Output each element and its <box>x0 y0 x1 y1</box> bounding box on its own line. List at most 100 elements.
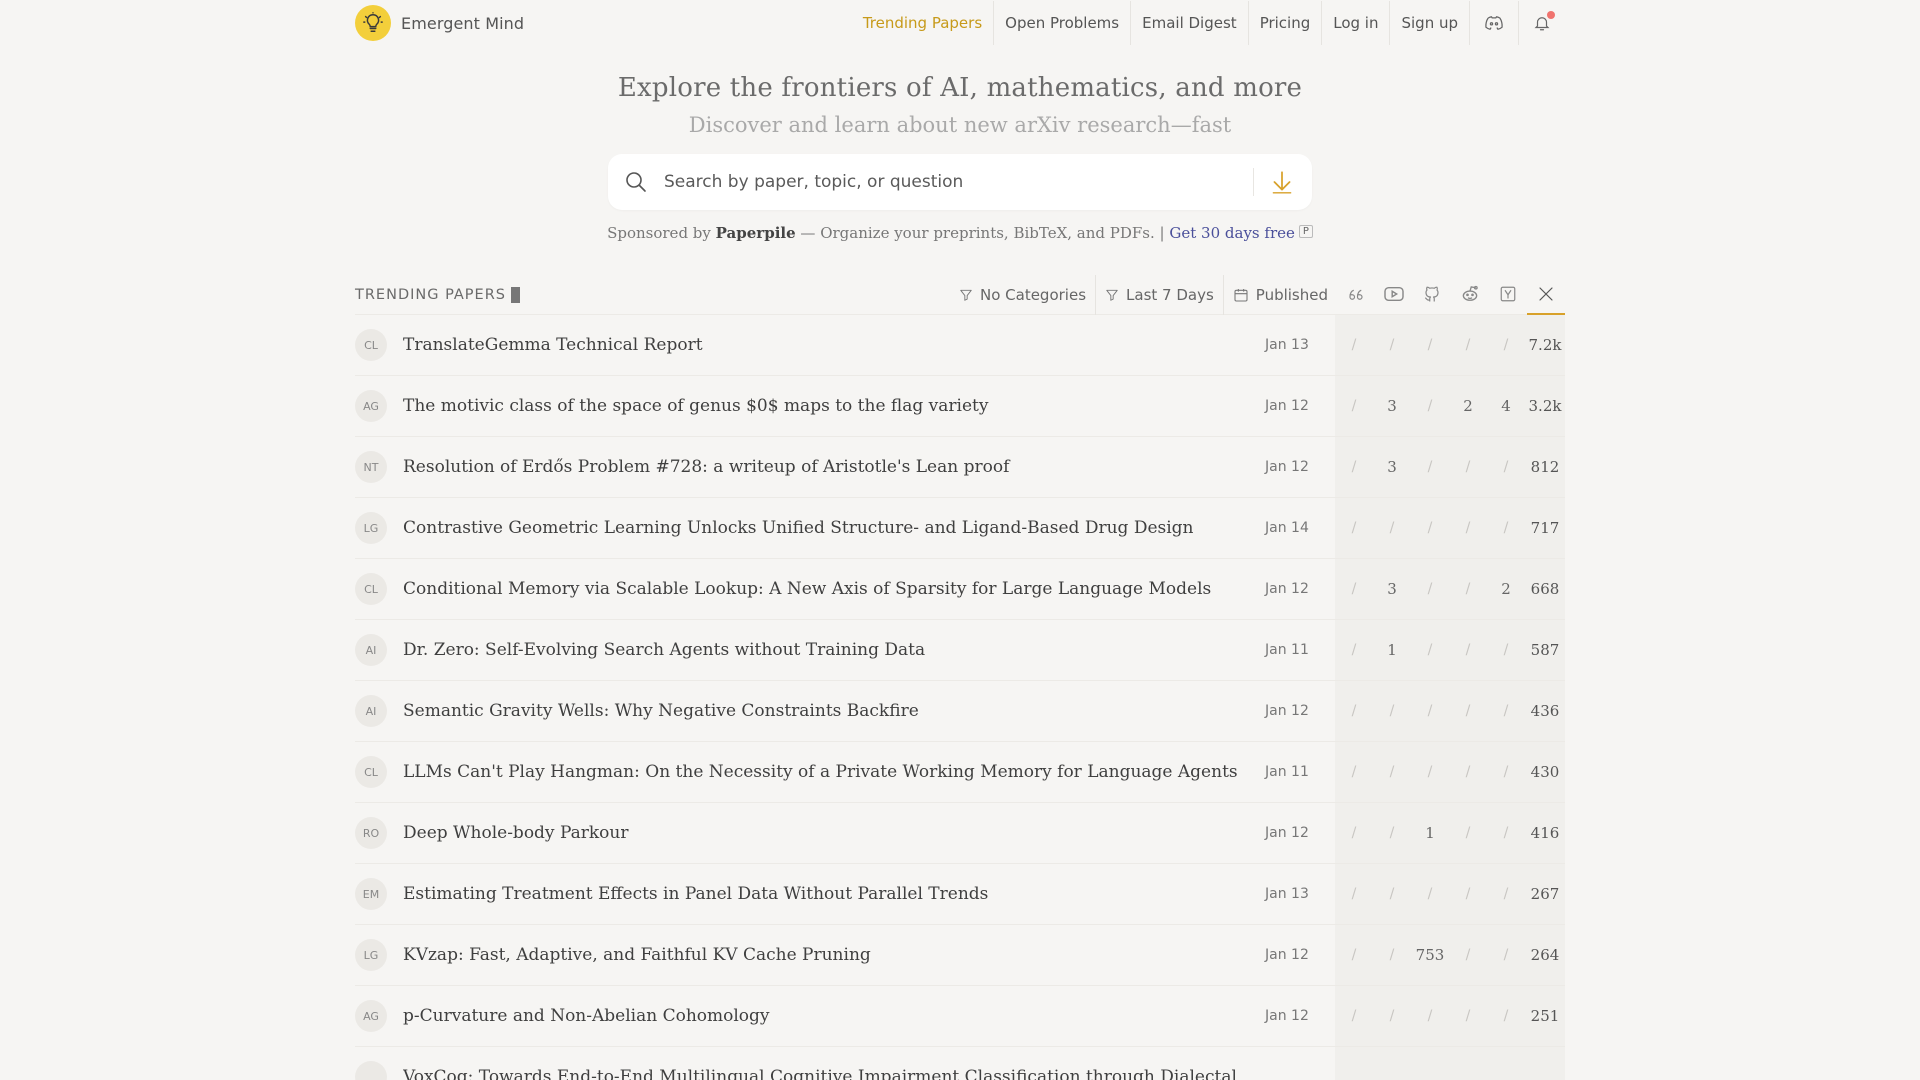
x-score: 416 <box>1530 824 1560 842</box>
sponsor-line: Sponsored by Paperpile — Organize your p… <box>355 224 1565 242</box>
hackernews-icon[interactable] <box>1489 275 1527 315</box>
category-badge[interactable]: AI <box>355 634 387 666</box>
metric-cell: / <box>1465 520 1471 536</box>
sponsor-link[interactable]: Get 30 days free <box>1169 224 1294 242</box>
quote-icon[interactable] <box>1337 275 1375 315</box>
notification-bell-icon[interactable] <box>1518 1 1565 45</box>
category-badge[interactable]: CL <box>355 756 387 788</box>
paper-row[interactable]: AI Semantic Gravity Wells: Why Negative C… <box>355 681 1565 742</box>
paper-metrics: / 3 / / / 812 <box>1335 437 1565 497</box>
paper-date: Jan 12 <box>1265 947 1309 963</box>
notification-dot <box>1547 11 1555 19</box>
x-score: 587 <box>1530 641 1560 659</box>
category-badge[interactable]: LG <box>355 939 387 971</box>
date-mode-filter[interactable]: Published <box>1222 274 1337 315</box>
paper-row[interactable]: AG The motivic class of the space of genu… <box>355 376 1565 437</box>
metric-cell: / <box>1503 886 1509 902</box>
paper-row[interactable]: AI Dr. Zero: Self-Evolving Search Agents … <box>355 620 1565 681</box>
nav-email-digest[interactable]: Email Digest <box>1130 1 1248 45</box>
paper-row[interactable]: RO Deep Whole-body Parkour Jan 12 / / 1 / / 416 <box>355 803 1565 864</box>
category-badge[interactable]: CL <box>355 573 387 605</box>
nav-open-problems[interactable]: Open Problems <box>993 1 1130 45</box>
lightbulb-logo-icon <box>355 5 391 41</box>
category-filter-label: No Categories <box>979 285 1087 304</box>
paper-row[interactable]: EM Estimating Treatment Effects in Panel … <box>355 864 1565 925</box>
paper-title[interactable]: TranslateGemma Technical Report <box>403 335 1265 355</box>
metric-cell: / <box>1503 337 1509 353</box>
category-filter[interactable]: No Categories <box>950 275 1095 315</box>
range-filter[interactable]: Last 7 Days <box>1095 274 1223 315</box>
paper-date: Jan 12 <box>1265 825 1309 841</box>
nav-log-in[interactable]: Log in <box>1321 1 1389 45</box>
metric-cell: / <box>1427 642 1433 658</box>
paper-title[interactable]: Estimating Treatment Effects in Panel Da… <box>403 884 1265 904</box>
search-divider <box>1253 168 1254 196</box>
metric-cell: / <box>1351 581 1357 597</box>
metric-cell: / <box>1351 1008 1357 1024</box>
category-badge[interactable]: AG <box>355 1000 387 1032</box>
category-badge[interactable]: CL <box>355 329 387 361</box>
category-badge[interactable]: RO <box>355 817 387 849</box>
nav-trending-papers[interactable]: Trending Papers <box>852 1 993 45</box>
paper-row[interactable]: LG Contrastive Geometric Learning Unlocks… <box>355 498 1565 559</box>
paper-title[interactable]: KVzap: Fast, Adaptive, and Faithful KV C… <box>403 945 1265 965</box>
paper-row[interactable]: NT Resolution of Erdős Problem #728: a wr… <box>355 437 1565 498</box>
metric-cell <box>1335 1047 1373 1080</box>
search-icon <box>624 170 652 194</box>
paper-row[interactable]: CL LLMs Can't Play Hangman: On the Necess… <box>355 742 1565 803</box>
paper-row[interactable]: LG KVzap: Fast, Adaptive, and Faithful KV… <box>355 925 1565 986</box>
metric-cell: / <box>1427 886 1433 902</box>
metric-cell: / <box>1465 947 1471 963</box>
nav-pricing[interactable]: Pricing <box>1247 1 1322 45</box>
search-bar <box>608 154 1312 210</box>
paper-title[interactable]: Semantic Gravity Wells: Why Negative Con… <box>403 701 1265 721</box>
hero: Explore the frontiers of AI, mathematics… <box>355 73 1565 137</box>
filters: No Categories Last 7 Days Published <box>950 274 1565 315</box>
paper-metrics: / / 1 / / 416 <box>1335 803 1565 863</box>
paper-date: Jan 13 <box>1265 886 1309 902</box>
paper-row[interactable]: VoxCog: Towards End-to-End Multilingual … <box>355 1047 1565 1080</box>
paper-row[interactable]: CL Conditional Memory via Scalable Lookup… <box>355 559 1565 620</box>
paper-title[interactable]: Dr. Zero: Self-Evolving Search Agents wi… <box>403 640 1265 660</box>
cursor-block <box>511 286 520 303</box>
youtube-icon[interactable] <box>1375 275 1413 315</box>
category-badge[interactable]: AI <box>355 695 387 727</box>
brand[interactable]: Emergent Mind <box>355 5 524 41</box>
paper-title[interactable]: Deep Whole-body Parkour <box>403 823 1265 843</box>
category-badge[interactable]: NT <box>355 451 387 483</box>
metric-cell: 2 <box>1463 397 1473 415</box>
github-icon[interactable] <box>1413 275 1451 315</box>
paper-title[interactable]: Conditional Memory via Scalable Lookup: … <box>403 579 1265 599</box>
category-badge[interactable]: EM <box>355 878 387 910</box>
metric-cell: 3 <box>1387 458 1397 476</box>
metric-cell: / <box>1503 703 1509 719</box>
metric-cell: / <box>1503 459 1509 475</box>
date-mode-label: Published <box>1255 285 1328 304</box>
paper-title[interactable]: p-Curvature and Non-Abelian Cohomology <box>403 1006 1265 1026</box>
paper-title[interactable]: VoxCog: Towards End-to-End Multilingual … <box>403 1067 1265 1080</box>
metric-cell: / <box>1351 886 1357 902</box>
category-badge[interactable]: LG <box>355 512 387 544</box>
category-badge[interactable] <box>355 1061 387 1080</box>
reddit-icon[interactable] <box>1451 275 1489 315</box>
paper-date: Jan 11 <box>1265 642 1309 658</box>
discord-icon[interactable] <box>1469 1 1518 45</box>
metric-cell: / <box>1389 764 1395 780</box>
paper-row[interactable]: AG p-Curvature and Non-Abelian Cohomology… <box>355 986 1565 1047</box>
paper-title[interactable]: Contrastive Geometric Learning Unlocks U… <box>403 518 1265 538</box>
paper-title[interactable]: Resolution of Erdős Problem #728: a writ… <box>403 457 1265 477</box>
x-icon[interactable] <box>1527 275 1565 315</box>
paper-title[interactable]: The motivic class of the space of genus … <box>403 396 1265 416</box>
category-badge[interactable]: AG <box>355 390 387 422</box>
paper-date: Jan 12 <box>1265 398 1309 414</box>
metric-cell: / <box>1465 337 1471 353</box>
nav-sign-up[interactable]: Sign up <box>1389 1 1469 45</box>
search-input[interactable] <box>664 172 1245 192</box>
metric-cell: / <box>1351 459 1357 475</box>
paper-row[interactable]: CL TranslateGemma Technical Report Jan 13 /… <box>355 315 1565 376</box>
filter-icon <box>960 289 972 301</box>
metric-cell: / <box>1427 398 1433 414</box>
paper-title[interactable]: LLMs Can't Play Hangman: On the Necessit… <box>403 762 1265 782</box>
brand-name: Emergent Mind <box>401 13 525 33</box>
download-arrow-icon[interactable] <box>1266 169 1298 195</box>
